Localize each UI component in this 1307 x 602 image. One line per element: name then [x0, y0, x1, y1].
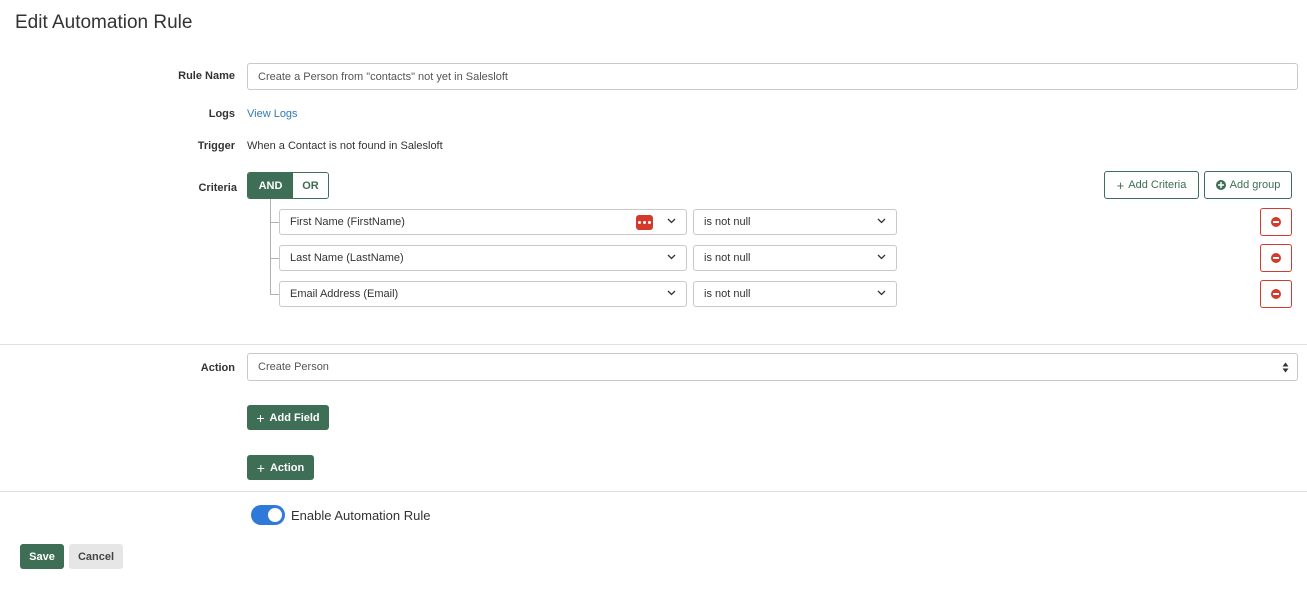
- chevron-down-icon: [877, 290, 886, 296]
- action-select-value: Create Person: [258, 361, 329, 373]
- action-select[interactable]: Create Person: [247, 353, 1298, 381]
- page-title: Edit Automation Rule: [15, 12, 193, 33]
- add-action-button[interactable]: + Action: [247, 455, 314, 480]
- criteria-field-value: Last Name (LastName): [290, 252, 404, 264]
- or-button[interactable]: OR: [293, 173, 328, 198]
- add-field-label: Add Field: [269, 411, 320, 424]
- add-action-label: Action: [269, 461, 305, 474]
- chevron-down-icon: [667, 218, 676, 224]
- trigger-label: Trigger: [197, 140, 235, 152]
- criteria-condition-select[interactable]: is not null: [693, 245, 897, 271]
- criteria-label: Criteria: [198, 182, 237, 194]
- rule-name-label: Rule Name: [178, 70, 235, 82]
- rule-name-input[interactable]: [247, 63, 1298, 90]
- minus-circle-icon: [1271, 253, 1281, 263]
- save-button[interactable]: Save: [20, 544, 64, 569]
- chevron-down-icon: [667, 290, 676, 296]
- criteria-tree-branch: [270, 294, 279, 295]
- plus-circle-icon: [1215, 180, 1226, 190]
- criteria-field-value: First Name (FirstName): [290, 216, 405, 228]
- trigger-value: When a Contact is not found in Salesloft: [247, 140, 443, 152]
- criteria-tree-branch: [270, 222, 279, 223]
- criteria-condition-value: is not null: [704, 288, 751, 300]
- toggle-knob: [268, 508, 282, 522]
- remove-criteria-button[interactable]: [1260, 280, 1292, 308]
- add-criteria-label: Add Criteria: [1128, 179, 1187, 191]
- enable-automation-label: Enable Automation Rule: [291, 508, 431, 523]
- chevron-down-icon: [877, 254, 886, 260]
- logs-label: Logs: [208, 108, 235, 120]
- criteria-condition-value: is not null: [704, 216, 751, 228]
- and-button[interactable]: AND: [248, 173, 293, 198]
- add-group-button[interactable]: Add group: [1204, 171, 1292, 199]
- section-divider: [0, 491, 1307, 492]
- plus-icon: +: [256, 409, 265, 426]
- criteria-field-value: Email Address (Email): [290, 288, 399, 300]
- updown-arrows-icon: [1282, 362, 1289, 373]
- chevron-down-icon: [667, 254, 676, 260]
- minus-circle-icon: [1271, 217, 1281, 227]
- criteria-tree-branch: [270, 258, 279, 259]
- enable-automation-toggle[interactable]: [251, 505, 285, 525]
- criteria-operator-toggle: AND OR: [247, 172, 329, 199]
- cancel-button[interactable]: Cancel: [69, 544, 123, 569]
- criteria-field-select[interactable]: Last Name (LastName): [279, 245, 687, 271]
- view-logs-link[interactable]: View Logs: [247, 108, 298, 120]
- remove-criteria-button[interactable]: [1260, 208, 1292, 236]
- criteria-tree-line: [270, 199, 271, 294]
- add-criteria-button[interactable]: + Add Criteria: [1104, 171, 1199, 199]
- minus-circle-icon: [1271, 289, 1281, 299]
- plus-icon: +: [256, 459, 265, 476]
- add-field-button[interactable]: + Add Field: [247, 405, 329, 430]
- add-group-label: Add group: [1229, 179, 1281, 191]
- remove-criteria-button[interactable]: [1260, 244, 1292, 272]
- criteria-condition-select[interactable]: is not null: [693, 281, 897, 307]
- chevron-down-icon: [877, 218, 886, 224]
- section-divider: [0, 344, 1307, 345]
- criteria-field-select[interactable]: Email Address (Email): [279, 281, 687, 307]
- action-label: Action: [200, 362, 235, 374]
- plus-icon: +: [1116, 177, 1125, 193]
- criteria-condition-select[interactable]: is not null: [693, 209, 897, 235]
- password-manager-icon[interactable]: [636, 215, 653, 230]
- criteria-field-select[interactable]: First Name (FirstName): [279, 209, 687, 235]
- criteria-condition-value: is not null: [704, 252, 751, 264]
